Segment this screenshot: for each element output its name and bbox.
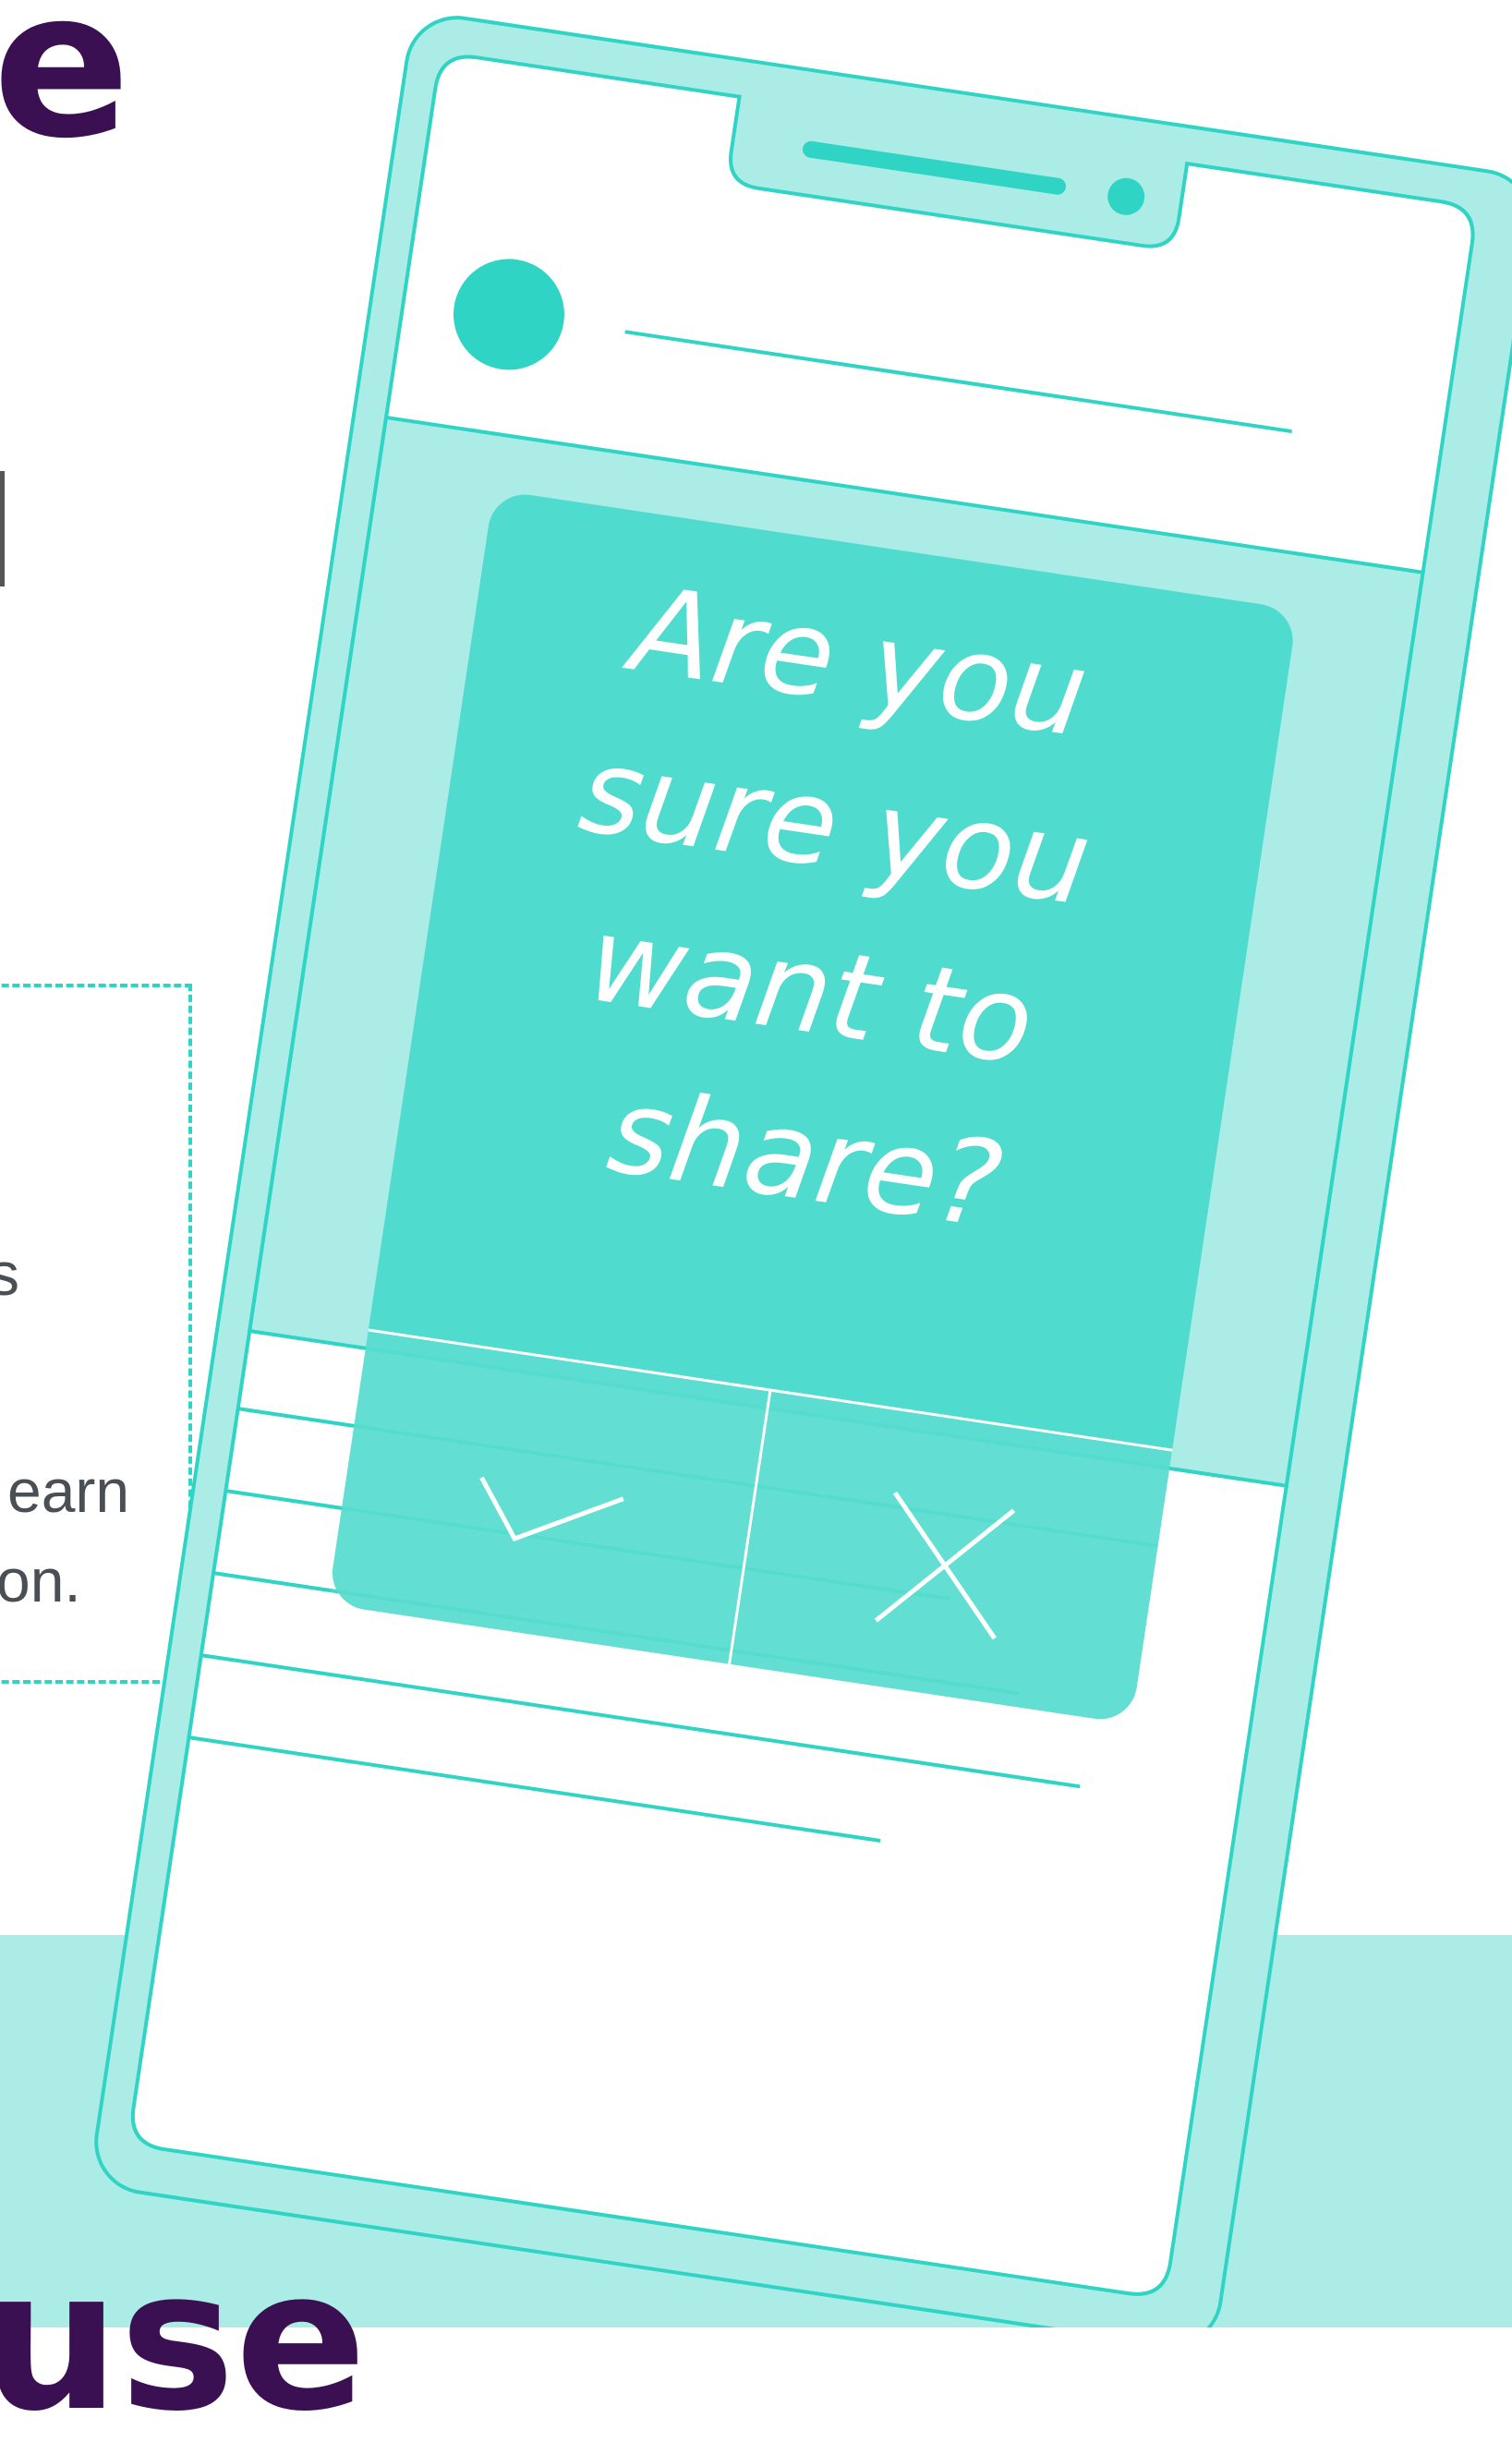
phone-illustration: Are you sure you want to share? (94, 16, 1512, 2327)
section-title-fragment-bottom: use (0, 2228, 367, 2454)
confirm-share-dialog: Are you sure you want to share? (327, 494, 1293, 1724)
